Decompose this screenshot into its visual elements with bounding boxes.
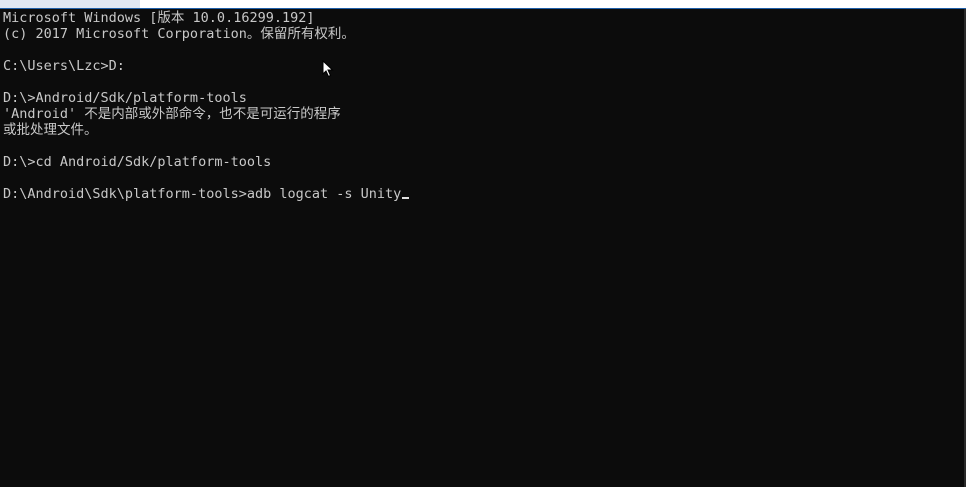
command-input-line[interactable]: D:\Android\Sdk\platform-tools>adb logcat… — [3, 186, 966, 202]
title-bar[interactable] — [0, 0, 966, 9]
console-line: 或批处理文件。 — [3, 122, 98, 138]
console-line: (c) 2017 Microsoft Corporation。保留所有权利。 — [3, 26, 355, 42]
console-line: Microsoft Windows [版本 10.0.16299.192] — [3, 10, 315, 26]
console-line: D:\>cd Android/Sdk/platform-tools — [3, 154, 272, 170]
console-line: D:\>Android/Sdk/platform-tools — [3, 90, 247, 106]
current-command[interactable]: D:\Android\Sdk\platform-tools>adb logcat… — [3, 186, 401, 202]
text-cursor — [402, 197, 410, 199]
console-line: C:\Users\Lzc>D: — [3, 58, 125, 74]
console-line: 'Android' 不是内部或外部命令，也不是可运行的程序 — [3, 106, 341, 122]
command-prompt-window[interactable]: Microsoft Windows [版本 10.0.16299.192] (c… — [0, 0, 966, 487]
title-bar-highlight — [0, 0, 140, 8]
console-output[interactable]: Microsoft Windows [版本 10.0.16299.192] (c… — [3, 10, 966, 487]
mouse-pointer-icon — [322, 60, 334, 78]
